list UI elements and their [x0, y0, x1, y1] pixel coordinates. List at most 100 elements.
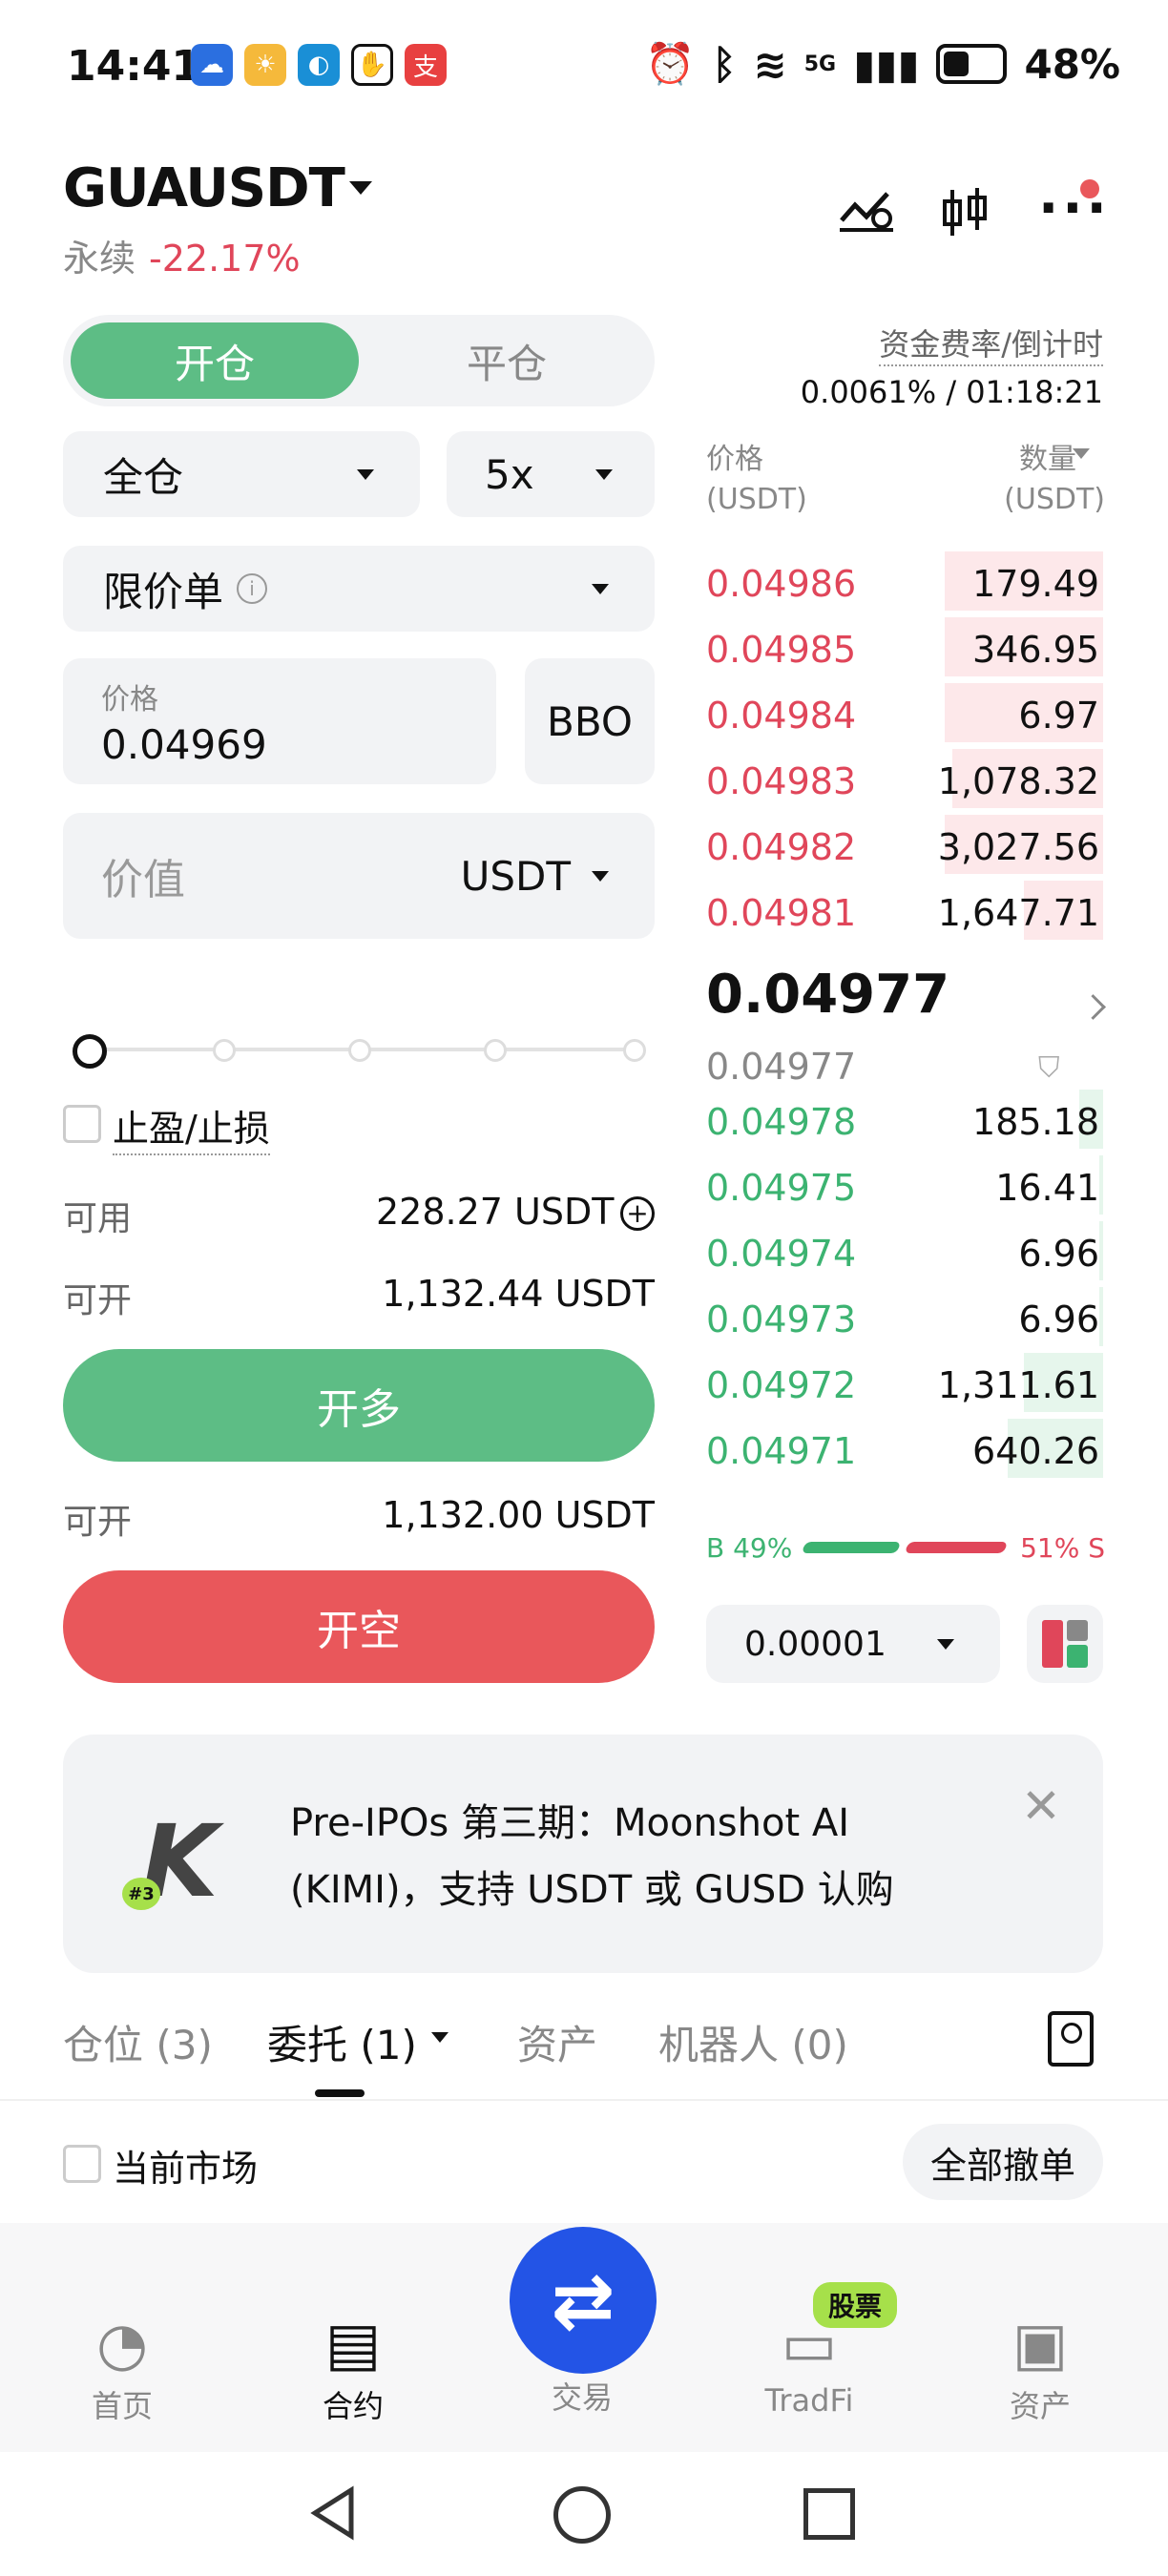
- promo-banner[interactable]: K #3 Pre-IPOs 第三期：Moonshot AI (KIMI)，支持 …: [63, 1735, 1103, 1973]
- slider-step[interactable]: [484, 1039, 507, 1062]
- value-unit[interactable]: USDT: [461, 853, 571, 900]
- ask-row[interactable]: 0.04984 6.97: [706, 681, 1103, 744]
- kimi-logo: K #3: [122, 1794, 227, 1920]
- slider-step[interactable]: [348, 1039, 371, 1062]
- banner-line1: Pre-IPOs 第三期：Moonshot AI: [290, 1801, 850, 1845]
- wallet-icon: ▣: [1012, 2309, 1069, 2379]
- tab-assets[interactable]: 资产: [517, 2013, 597, 2071]
- tab-orders[interactable]: 委托 (1): [267, 2013, 417, 2071]
- trade-button[interactable]: ⇄: [510, 2227, 657, 2374]
- bid-row[interactable]: 0.04973 6.96: [706, 1285, 1103, 1348]
- ask-price: 0.04983: [706, 760, 857, 802]
- ask-row[interactable]: 0.04982 3,027.56: [706, 813, 1103, 876]
- chevron-right-icon[interactable]: [1080, 994, 1106, 1020]
- leverage-select[interactable]: 5x: [447, 431, 655, 517]
- price-field[interactable]: 价格 0.04969: [63, 658, 496, 784]
- trend-chart-icon[interactable]: [838, 186, 895, 245]
- buy-ratio: B 49%: [706, 1532, 793, 1564]
- bid-row[interactable]: 0.04978 185.18: [706, 1088, 1103, 1151]
- ask-row[interactable]: 0.04985 346.95: [706, 615, 1103, 678]
- bid-quantity: 16.41: [995, 1167, 1099, 1209]
- chevron-down-icon[interactable]: [592, 870, 609, 882]
- history-icon[interactable]: [1048, 2011, 1094, 2067]
- stocks-badge: 股票: [813, 2282, 898, 2328]
- nav-futures[interactable]: ▤ 合约: [277, 2309, 429, 2426]
- nav-tradfi-label: TradFi: [764, 2382, 854, 2419]
- ask-quantity: 1,078.32: [937, 760, 1099, 802]
- bid-price: 0.04972: [706, 1364, 857, 1406]
- close-icon[interactable]: ✕: [1021, 1778, 1061, 1834]
- bid-row[interactable]: 0.04971 640.26: [706, 1417, 1103, 1480]
- margin-mode-select[interactable]: 全仓: [63, 431, 420, 517]
- bid-row[interactable]: 0.04974 6.96: [706, 1219, 1103, 1282]
- chevron-down-icon[interactable]: [431, 2032, 448, 2043]
- bid-price: 0.04974: [706, 1233, 857, 1275]
- bid-depth-bar: [1098, 1287, 1103, 1346]
- tab-bots[interactable]: 机器人 (0): [658, 2013, 848, 2071]
- network-label: 5G: [803, 52, 837, 76]
- ask-row[interactable]: 0.04983 1,078.32: [706, 747, 1103, 810]
- open-short-button[interactable]: 开空: [63, 1570, 655, 1683]
- home-icon: ◔: [95, 2309, 149, 2379]
- order-type-label: 限价单: [103, 568, 224, 615]
- futures-icon: ▤: [324, 2309, 382, 2379]
- nav-assets[interactable]: ▣ 资产: [964, 2309, 1116, 2426]
- ask-price: 0.04984: [706, 695, 857, 737]
- tpsl-checkbox[interactable]: [63, 1105, 101, 1143]
- current-market-label[interactable]: 当前市场: [113, 2139, 258, 2192]
- price-input[interactable]: 0.04969: [101, 721, 267, 768]
- chevron-down-icon[interactable]: [1073, 448, 1090, 459]
- info-icon[interactable]: i: [237, 573, 268, 604]
- tab-positions[interactable]: 仓位 (3): [63, 2013, 213, 2071]
- back-icon[interactable]: [305, 2484, 363, 2545]
- status-time: 14:41: [67, 42, 201, 91]
- bid-quantity: 1,311.61: [937, 1364, 1099, 1406]
- shield-icon: ⛉: [1038, 1051, 1060, 1085]
- home-circle-icon[interactable]: [553, 2486, 611, 2544]
- last-price[interactable]: 0.04977: [706, 964, 949, 1026]
- leverage-label: 5x: [485, 450, 534, 498]
- ask-row[interactable]: 0.04986 179.49: [706, 550, 1103, 613]
- battery-icon: [936, 44, 1008, 84]
- order-type-select[interactable]: 限价单 i: [63, 546, 655, 632]
- slider-step[interactable]: [213, 1039, 236, 1062]
- orderbook-layout-button[interactable]: [1027, 1605, 1103, 1683]
- contract-type: 永续: [63, 238, 136, 280]
- recents-icon[interactable]: [803, 2488, 855, 2540]
- candlestick-icon[interactable]: [939, 186, 992, 251]
- tab-close[interactable]: 平仓: [363, 322, 651, 399]
- bid-row[interactable]: 0.04975 16.41: [706, 1153, 1103, 1216]
- ask-row[interactable]: 0.04981 1,647.71: [706, 879, 1103, 942]
- current-market-checkbox[interactable]: [63, 2145, 101, 2183]
- bid-row[interactable]: 0.04972 1,311.61: [706, 1351, 1103, 1414]
- tpsl-label[interactable]: 止盈/止损: [113, 1099, 270, 1155]
- more-icon[interactable]: ···: [1038, 177, 1111, 239]
- ask-quantity: 6.97: [1018, 695, 1099, 737]
- nav-futures-label: 合约: [322, 2388, 384, 2424]
- funding-value: 0.0061% / 01:18:21: [800, 374, 1103, 410]
- bid-depth-bar: [1098, 1155, 1103, 1215]
- funding-label[interactable]: 资金费率/倒计时: [879, 321, 1103, 366]
- pair-name[interactable]: GUAUSDT: [63, 157, 345, 219]
- wifi-icon: ≋: [753, 40, 787, 88]
- chevron-down-icon[interactable]: [349, 181, 372, 195]
- value-field[interactable]: 价值 USDT: [63, 813, 655, 939]
- bid-quantity: 6.96: [1018, 1298, 1099, 1340]
- cancel-all-button[interactable]: 全部撤单: [903, 2124, 1103, 2200]
- slider-step[interactable]: [623, 1039, 646, 1062]
- ask-quantity: 1,647.71: [937, 892, 1099, 934]
- nav-home[interactable]: ◔ 首页: [46, 2309, 198, 2426]
- ask-price: 0.04982: [706, 826, 857, 868]
- value-input[interactable]: 价值: [101, 845, 185, 906]
- slider-handle[interactable]: [73, 1034, 107, 1069]
- ob-qty-header[interactable]: 数量: [1019, 435, 1076, 477]
- ratio-bar: [801, 1542, 1009, 1553]
- precision-select[interactable]: 0.00001: [706, 1605, 1000, 1683]
- open-long-button[interactable]: 开多: [63, 1349, 655, 1462]
- divider: [0, 2099, 1168, 2101]
- add-funds-icon[interactable]: +: [620, 1196, 655, 1231]
- signal-icon: ▮▮▮: [853, 40, 920, 88]
- sell-ratio: 51% S: [1020, 1532, 1105, 1564]
- bbo-button[interactable]: BBO: [525, 658, 655, 784]
- tab-open[interactable]: 开仓: [71, 322, 359, 399]
